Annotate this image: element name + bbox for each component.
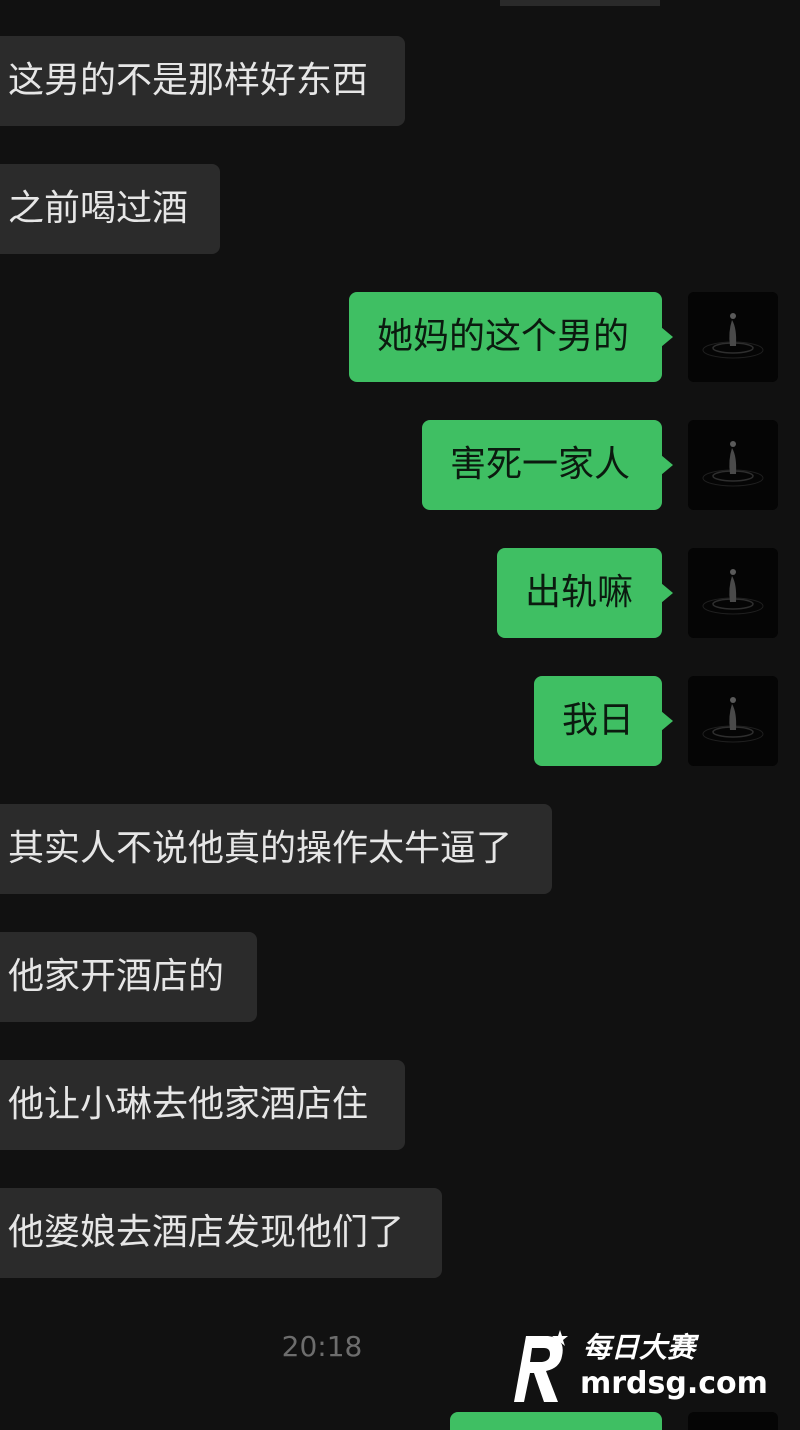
watermark-domain-text: mrdsg.com bbox=[580, 1366, 768, 1401]
message-bubble-outgoing[interactable]: 出轨嘛 bbox=[497, 548, 673, 638]
message-bubble-incoming[interactable]: 他让小琳去他家酒店住 bbox=[0, 1060, 405, 1150]
message-text: 害死一家人 bbox=[450, 444, 631, 485]
message-bubble-incoming[interactable]: 这男的不是那样好东西 bbox=[0, 36, 405, 126]
previous-message-edge bbox=[500, 0, 660, 6]
message-bubble-incoming[interactable]: 其实人不说他真的操作太牛逼了 bbox=[0, 804, 552, 894]
message-text: 出轨嘛 bbox=[525, 572, 634, 613]
message-text: 我日 bbox=[562, 700, 635, 741]
water-droplet-avatar-icon bbox=[688, 548, 778, 638]
message-text: 他家开酒店的 bbox=[8, 956, 225, 997]
message-bubble-outgoing[interactable]: 我日 bbox=[534, 676, 673, 766]
message-bubble-outgoing[interactable]: 害死一家人 bbox=[422, 420, 673, 510]
message-text: 他婆娘去酒店发现他们了 bbox=[8, 1212, 405, 1253]
message-bubble-incoming[interactable]: 他婆娘去酒店发现他们了 bbox=[0, 1188, 442, 1278]
avatar[interactable] bbox=[688, 676, 778, 766]
water-droplet-avatar-icon bbox=[688, 676, 778, 766]
message-text: 之前喝过酒 bbox=[8, 188, 189, 229]
watermark: 每日大赛 mrdsg.com bbox=[480, 1322, 780, 1412]
avatar[interactable] bbox=[688, 420, 778, 510]
message-bubble-outgoing-partial[interactable] bbox=[450, 1412, 662, 1430]
message-bubble-incoming[interactable]: 之前喝过酒 bbox=[0, 164, 220, 254]
water-droplet-avatar-icon bbox=[688, 420, 778, 510]
message-text: 她妈的这个男的 bbox=[377, 316, 630, 357]
message-text: 他让小琳去他家酒店住 bbox=[8, 1084, 369, 1125]
avatar[interactable] bbox=[688, 292, 778, 382]
message-bubble-outgoing[interactable]: 她妈的这个男的 bbox=[349, 292, 673, 382]
water-droplet-avatar-icon bbox=[688, 292, 778, 382]
message-text: 这男的不是那样好东西 bbox=[8, 60, 369, 101]
watermark-brand-text: 每日大赛 bbox=[583, 1331, 696, 1364]
message-bubble-incoming[interactable]: 他家开酒店的 bbox=[0, 932, 257, 1022]
avatar-partial[interactable] bbox=[688, 1412, 778, 1430]
brand-logo-icon bbox=[514, 1330, 568, 1402]
chat-screen: 这男的不是那样好东西 之前喝过酒 她妈的这个男的 害死一家人 出轨嘛 我日 其实… bbox=[0, 0, 800, 1430]
message-text: 其实人不说他真的操作太牛逼了 bbox=[8, 828, 513, 869]
avatar[interactable] bbox=[688, 548, 778, 638]
